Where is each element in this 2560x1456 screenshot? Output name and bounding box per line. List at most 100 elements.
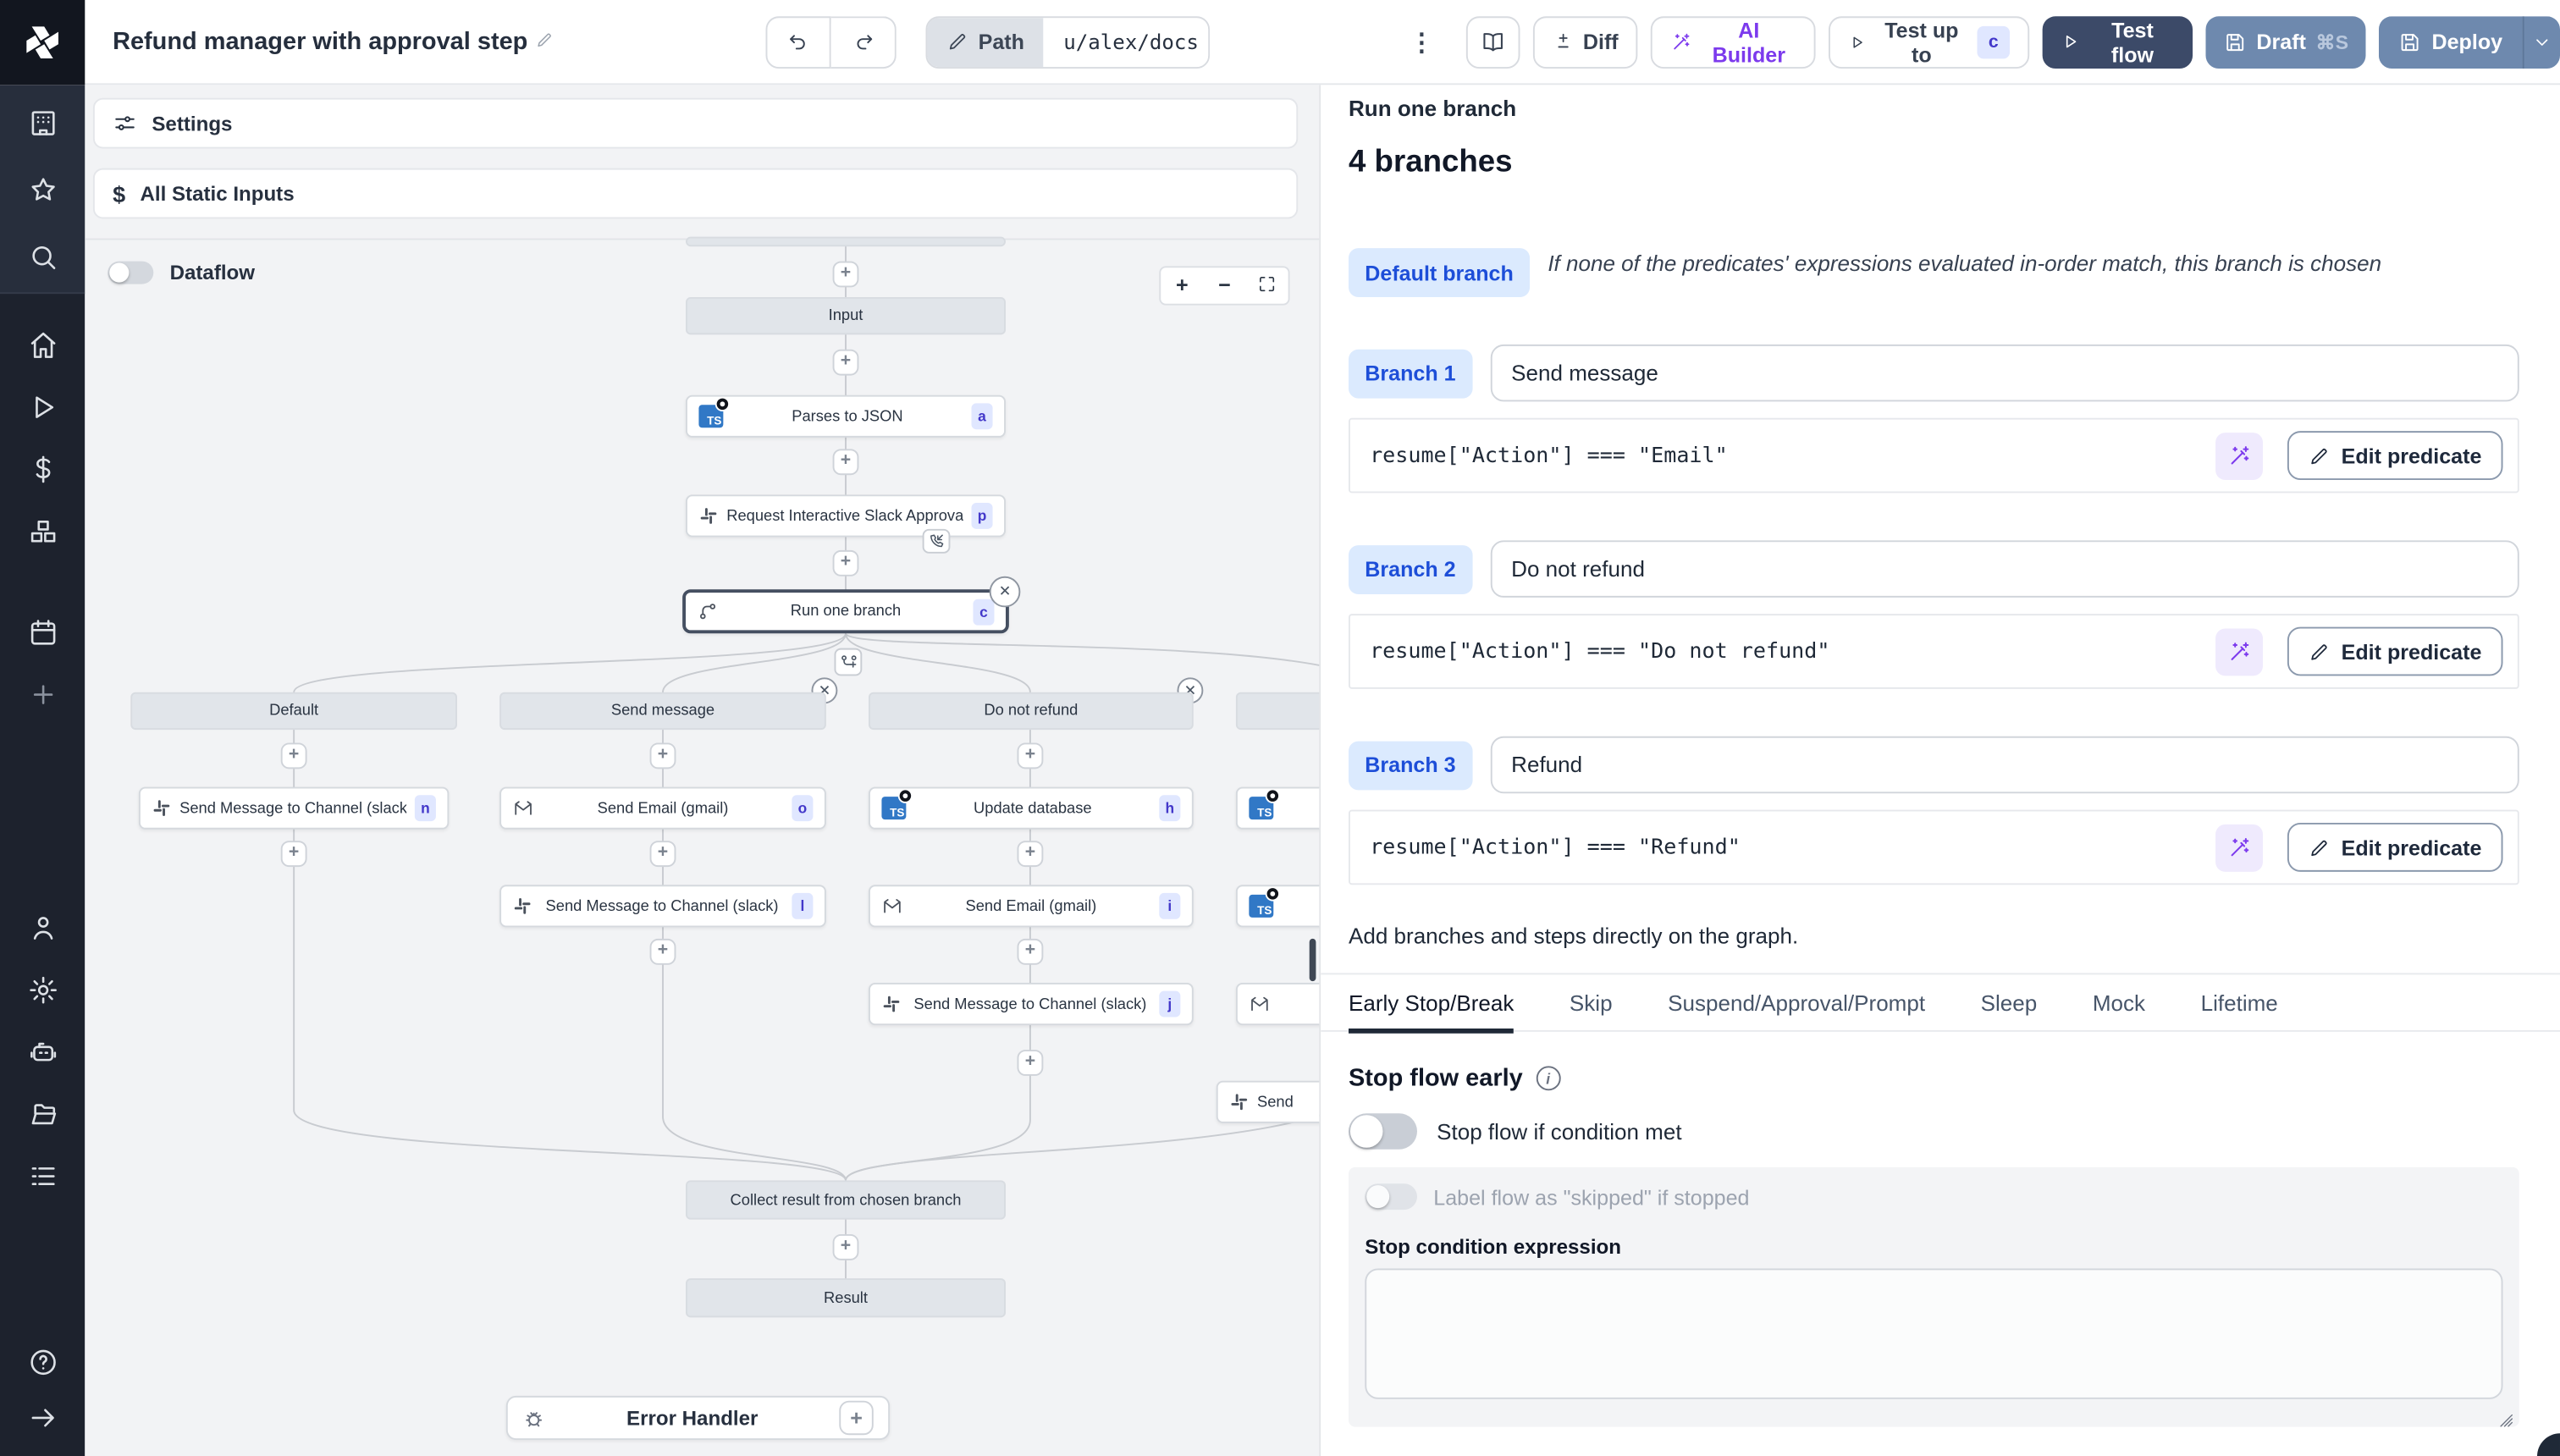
step-node-clipped-slack[interactable]: Send [1216,1080,1320,1123]
insert-step-button[interactable] [1017,938,1044,965]
step-node-gmail-send[interactable]: Send Email (gmail) o [499,786,826,830]
deploy-button[interactable]: Deploy [2379,15,2523,69]
ai-predicate-wand-button[interactable] [2215,823,2264,871]
tab-lifetime[interactable]: Lifetime [2201,973,2278,1031]
textarea-resize-grip[interactable] [2497,1407,2514,1427]
flow-graph-canvas[interactable]: Settings All Static Inputs Dataflow [85,85,1321,1456]
insert-step-button[interactable] [1017,1050,1044,1076]
stop-flow-toggle[interactable] [1348,1113,1417,1150]
redo-button[interactable] [831,15,897,69]
schedules-calendar-icon[interactable] [27,617,58,648]
home-icon[interactable] [27,330,58,361]
insert-step-button[interactable] [832,449,859,476]
tab-sleep[interactable]: Sleep [1981,973,2038,1031]
error-handler-node[interactable]: Error Handler [505,1395,891,1440]
variables-dollar-icon[interactable] [27,454,58,485]
edit-predicate-button[interactable]: Edit predicate [2287,626,2503,676]
zoom-in-button[interactable] [1161,267,1203,303]
branch-2-name-input[interactable] [1490,540,2519,598]
flow-title[interactable]: Refund manager with approval step [113,28,527,56]
diff-button[interactable]: Diff [1532,15,1638,69]
branch-header-clipped[interactable] [1235,692,1320,731]
step-node-slack-approval[interactable]: Request Interactive Slack Approval (... … [685,494,1006,538]
ai-predicate-wand-button[interactable] [2215,627,2264,676]
branch-3-name-input[interactable] [1490,736,2519,794]
windmill-logo[interactable] [0,0,86,85]
path-value[interactable]: u/alex/docs [1044,17,1209,67]
delete-step-button[interactable] [989,576,1021,608]
stop-condition-textarea[interactable] [1365,1268,2503,1399]
add-branch-button[interactable] [834,648,863,676]
test-flow-button[interactable]: Test flow [2042,15,2193,69]
insert-step-button[interactable] [649,938,676,965]
step-node-run-one-branch[interactable]: Run one branch c [682,589,1009,634]
insert-step-button[interactable] [649,841,676,868]
add-error-handler-button[interactable] [839,1400,874,1436]
tab-early-stop-break[interactable]: Early Stop/Break [1348,973,1514,1034]
branch-header-do-not-refund[interactable]: Do not refund [868,692,1194,731]
workspace-icon[interactable] [27,108,58,139]
settings-gear-icon[interactable] [27,974,58,1006]
tab-suspend-approval-prompt[interactable]: Suspend/Approval/Prompt [1668,973,1925,1031]
more-options-button[interactable] [1406,27,1437,57]
insert-step-button[interactable] [649,742,676,769]
step-node-gmail-refund-denied[interactable]: Send Email (gmail) i [868,885,1194,928]
resources-boxes-icon[interactable] [27,516,58,547]
workers-robot-icon[interactable] [27,1037,58,1068]
insert-step-button[interactable] [280,742,307,769]
canvas-scrollbar[interactable] [1309,938,1316,982]
test-up-to-button[interactable]: Test up to c [1828,15,2030,69]
undo-button[interactable] [765,15,832,69]
ai-predicate-wand-button[interactable] [2215,432,2264,480]
insert-step-button[interactable] [280,841,307,868]
dollar-icon [113,180,125,207]
branch-header-default[interactable]: Default [130,692,457,731]
fit-view-button[interactable] [1245,267,1288,303]
step-node-parses-to-json[interactable]: TS Parses to JSON a [685,394,1006,438]
zoom-out-button[interactable] [1203,267,1245,303]
flow-settings-bar[interactable]: Settings [92,97,1299,149]
docs-button[interactable] [1466,15,1520,69]
step-node-clipped-ts[interactable]: TS [1235,786,1320,830]
branch-1-name-input[interactable] [1490,344,2519,402]
insert-step-button[interactable] [832,549,859,576]
insert-step-button[interactable] [832,261,859,288]
insert-step-button[interactable] [832,349,859,376]
branch-header-send-message[interactable]: Send message [499,692,826,731]
input-node[interactable]: Input [685,296,1006,335]
insert-step-button[interactable] [1017,742,1044,769]
expand-sidebar-arrow-icon[interactable] [27,1403,58,1434]
folders-icon[interactable] [27,1099,58,1130]
dataflow-toggle[interactable] [108,261,154,284]
edit-title-icon[interactable] [536,27,554,57]
deploy-options-button[interactable] [2522,15,2560,69]
favorites-star-icon[interactable] [27,174,58,206]
insert-step-button[interactable] [832,1233,859,1260]
step-node-slack-default[interactable]: Send Message to Channel (slack) n [138,786,450,830]
help-icon[interactable] [27,1347,58,1378]
branch-2-chip: Branch 2 [1348,544,1472,594]
ai-builder-button[interactable]: AI Builder [1651,15,1816,69]
edit-predicate-button[interactable]: Edit predicate [2287,822,2503,872]
users-icon[interactable] [27,913,58,944]
collect-result-node[interactable]: Collect result from chosen branch [685,1180,1006,1220]
label-skipped-toggle[interactable] [1365,1183,1417,1211]
corner-widget[interactable] [2536,1433,2560,1456]
runs-play-icon[interactable] [27,392,58,423]
add-plus-icon[interactable] [27,679,58,710]
tab-skip[interactable]: Skip [1570,973,1613,1031]
step-node-slack-send-message[interactable]: Send Message to Channel (slack) l [499,885,826,928]
result-node[interactable]: Result [685,1278,1006,1318]
draft-button[interactable]: Draft ⌘S [2205,15,2367,69]
all-static-inputs-bar[interactable]: All Static Inputs [92,168,1299,219]
search-icon[interactable] [27,241,58,273]
step-node-slack-notify[interactable]: Send Message to Channel (slack) j [868,982,1194,1026]
insert-step-button[interactable] [1017,841,1044,868]
logs-list-icon[interactable] [27,1161,58,1192]
tab-mock[interactable]: Mock [2093,973,2145,1031]
step-node-clipped-gmail[interactable] [1235,982,1320,1026]
step-node-clipped-ts[interactable]: TS [1235,885,1320,928]
step-node-update-database[interactable]: TS Update database h [868,786,1194,830]
path-button[interactable]: Path [927,17,1045,67]
edit-predicate-button[interactable]: Edit predicate [2287,431,2503,480]
